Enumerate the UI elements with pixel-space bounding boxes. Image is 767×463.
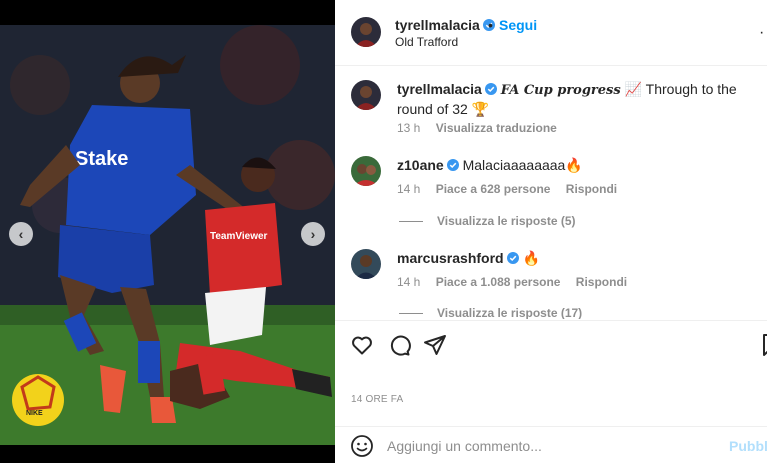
view-replies-button[interactable]: Visualizza le risposte (17) xyxy=(399,306,582,319)
fire-emoji: 🔥 xyxy=(565,157,583,173)
comment-username[interactable]: marcusrashford xyxy=(397,250,504,266)
verified-badge-icon xyxy=(506,252,519,264)
chevron-left-icon: ‹ xyxy=(18,226,24,242)
author-username[interactable]: tyrellmalacia xyxy=(395,17,495,33)
comment-text-row: marcusrashford 🔥 xyxy=(397,249,540,267)
next-photo-button[interactable]: › xyxy=(301,222,325,246)
verified-badge-icon xyxy=(484,83,497,95)
comment-avatar-image xyxy=(351,249,381,279)
view-replies-button[interactable]: Visualizza le risposte (5) xyxy=(399,214,576,228)
comment-avatar[interactable] xyxy=(351,249,381,279)
comment-likes[interactable]: Piace a 628 persone xyxy=(436,182,551,196)
caption-username[interactable]: tyrellmalacia xyxy=(397,81,482,97)
post-photo[interactable]: Stake TeamViewer NIKE xyxy=(0,25,335,445)
paper-plane-icon[interactable] xyxy=(423,333,447,357)
caption-author-avatar[interactable] xyxy=(351,80,381,110)
post-header: tyrellmalacia • Segui Old Trafford ··· xyxy=(335,0,767,66)
caption-avatar-image xyxy=(351,80,381,110)
fire-emoji: 🔥 xyxy=(522,250,540,266)
comment-composer: Pubblica xyxy=(335,426,767,463)
comment-text: Malaciaaaaaaaa xyxy=(462,157,566,173)
comment-username[interactable]: z10ane xyxy=(397,157,444,173)
comments-list[interactable]: tyrellmalacia FA Cup progress 📈 Through … xyxy=(335,67,767,319)
comment-avatar-image xyxy=(351,156,381,186)
chart-emoji: 📈 xyxy=(624,81,643,97)
reply-button[interactable]: Rispondi xyxy=(566,182,617,196)
comment-avatar[interactable] xyxy=(351,156,381,186)
publish-button[interactable]: Pubblica xyxy=(729,438,767,454)
view-replies-label: Visualizza le risposte (17) xyxy=(437,306,583,319)
previous-photo-button[interactable]: ‹ xyxy=(9,222,33,246)
comment-likes[interactable]: Piace a 1.088 persone xyxy=(436,275,561,289)
comment-text-row: z10ane Malaciaaaaaaaa🔥 xyxy=(397,156,583,174)
post-side-panel: tyrellmalacia • Segui Old Trafford ··· t… xyxy=(335,0,767,463)
svg-text:NIKE: NIKE xyxy=(26,410,43,417)
post-photo-illustration: Stake TeamViewer NIKE xyxy=(0,25,335,445)
bookmark-icon[interactable] xyxy=(759,333,767,357)
more-options-icon[interactable]: ··· xyxy=(759,24,767,42)
post-location[interactable]: Old Trafford xyxy=(395,35,458,49)
chevron-right-icon: › xyxy=(310,226,316,242)
comment-time: 14 h xyxy=(397,182,421,196)
replies-divider xyxy=(399,313,423,315)
caption-time: 13 h xyxy=(397,121,421,135)
caption-highlight: FA Cup progress xyxy=(500,83,621,98)
heart-icon[interactable] xyxy=(350,333,374,357)
smiley-icon[interactable] xyxy=(350,434,374,458)
replies-divider xyxy=(399,221,423,223)
reply-button[interactable]: Rispondi xyxy=(576,275,627,289)
follow-button[interactable]: Segui xyxy=(499,17,537,33)
comment-meta: 14 h Piace a 628 persone Rispondi xyxy=(397,182,629,196)
author-avatar[interactable] xyxy=(351,17,381,47)
comment-icon[interactable] xyxy=(387,333,411,357)
svg-text:Stake: Stake xyxy=(75,148,128,170)
verified-badge-icon xyxy=(446,159,459,171)
header-separator: • xyxy=(488,17,493,33)
post-timestamp[interactable]: 14 ORE FA xyxy=(351,394,403,405)
trophy-emoji: 🏆 xyxy=(471,101,490,117)
comment-input[interactable] xyxy=(387,435,717,457)
svg-text:TeamViewer: TeamViewer xyxy=(210,231,268,242)
comment-meta: 14 h Piace a 1.088 persone Rispondi xyxy=(397,275,639,289)
post-media-panel: Stake TeamViewer NIKE ‹ › xyxy=(0,0,335,463)
author-username-text[interactable]: tyrellmalacia xyxy=(395,17,480,33)
view-replies-label: Visualizza le risposte (5) xyxy=(437,214,576,228)
author-avatar-image xyxy=(351,17,381,47)
translate-link[interactable]: Visualizza traduzione xyxy=(436,121,557,135)
comment-time: 14 h xyxy=(397,275,421,289)
post-actions-bar xyxy=(335,320,767,374)
post-caption: tyrellmalacia FA Cup progress 📈 Through … xyxy=(397,80,759,118)
caption-meta: 13 h Visualizza traduzione xyxy=(397,121,569,135)
